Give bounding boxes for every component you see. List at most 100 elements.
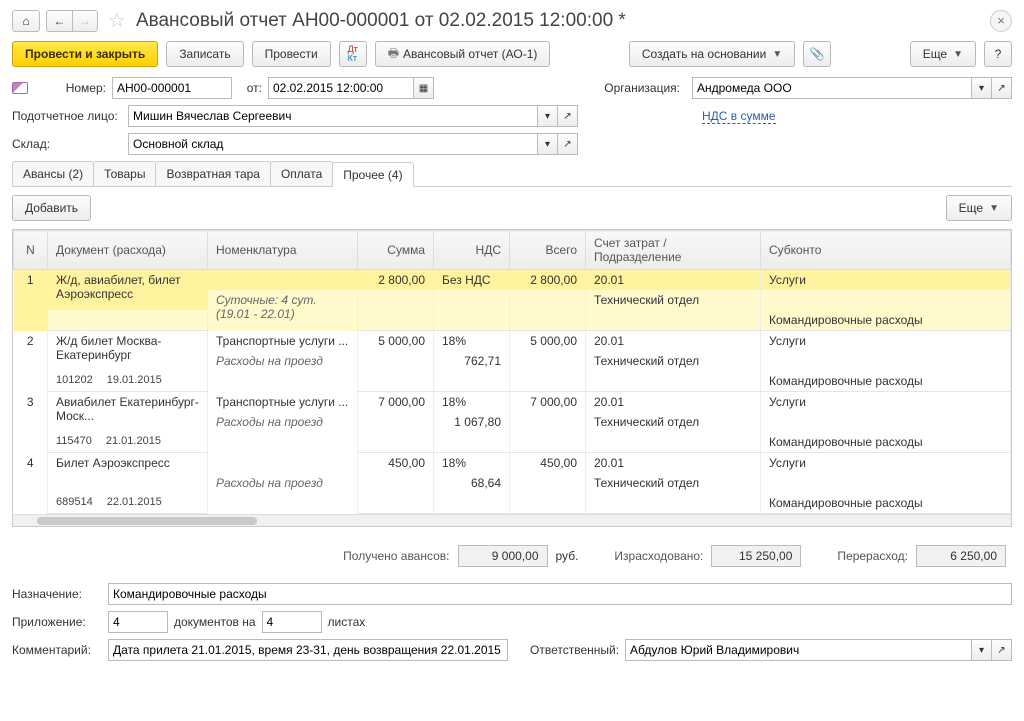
cell-doc: Авиабилет Екатеринбург-Моск...: [48, 392, 208, 433]
table-row[interactable]: 68951422.01.2015 Командировочные расходы: [14, 493, 1011, 514]
sheets-label: листах: [328, 615, 366, 629]
favorite-star-icon[interactable]: ☆: [108, 8, 126, 33]
documents-count-field[interactable]: [108, 611, 168, 633]
cell-n: 3: [14, 392, 48, 453]
responsible-field[interactable]: [625, 639, 972, 661]
tab-payment[interactable]: Оплата: [270, 161, 333, 186]
cell-total2: [510, 473, 586, 493]
responsible-open-button[interactable]: ↗: [992, 639, 1012, 661]
responsible-dropdown-button[interactable]: ▾: [972, 639, 992, 661]
person-field[interactable]: [128, 105, 538, 127]
spent-value: 15 250,00: [711, 545, 801, 567]
home-button[interactable]: ⌂: [12, 10, 40, 32]
cell-nds-rate: 18%: [434, 392, 510, 413]
overrun-label: Перерасход:: [837, 549, 908, 563]
back-button[interactable]: ←: [46, 10, 72, 32]
close-button[interactable]: ×: [990, 10, 1012, 32]
cell-sum: 7 000,00: [358, 392, 434, 413]
cell-subconto: Услуги: [761, 453, 1011, 474]
table-row[interactable]: 11547021.01.2015 Командировочные расходы: [14, 432, 1011, 453]
cell-account: 20.01: [586, 392, 761, 413]
nds-mode-link[interactable]: НДС в сумме: [702, 109, 776, 124]
cell-nds-amount: 68,64: [434, 473, 510, 493]
post-button[interactable]: Провести: [252, 41, 331, 67]
warehouse-field[interactable]: [128, 133, 538, 155]
date-field[interactable]: [268, 77, 414, 99]
printer-icon: [388, 44, 403, 65]
person-open-button[interactable]: ↗: [558, 105, 578, 127]
col-nomenclature[interactable]: Номенклатура: [208, 231, 358, 270]
cell-nomen: Транспортные услуги ...: [208, 331, 358, 352]
cell-subconto3: Командировочные расходы: [761, 432, 1011, 453]
warehouse-dropdown-button[interactable]: ▾: [538, 133, 558, 155]
tab-other[interactable]: Прочее (4): [332, 162, 413, 187]
org-open-button[interactable]: ↗: [992, 77, 1012, 99]
expenses-table: N Документ (расхода) Номенклатура Сумма …: [12, 229, 1012, 527]
comment-field[interactable]: [108, 639, 508, 661]
more-button[interactable]: Еще▼: [910, 41, 976, 67]
paperclip-icon: 📎: [810, 47, 825, 61]
help-button[interactable]: ?: [984, 41, 1012, 67]
print-button[interactable]: Авансовый отчет (АО-1): [375, 41, 551, 67]
cell-department: Технический отдел: [586, 290, 761, 310]
page-title: Авансовый отчет АН00-000001 от 02.02.201…: [136, 10, 984, 32]
col-nds[interactable]: НДС: [434, 231, 510, 270]
org-label: Организация:: [604, 81, 680, 95]
table-row[interactable]: 3 Авиабилет Екатеринбург-Моск... Транспо…: [14, 392, 1011, 413]
cell-account: 20.01: [586, 453, 761, 474]
calendar-button[interactable]: ▦: [414, 77, 434, 99]
cell-subconto: Услуги: [761, 331, 1011, 352]
tab-returnable[interactable]: Возвратная тара: [155, 161, 271, 186]
purpose-label: Назначение:: [12, 587, 102, 601]
purpose-field[interactable]: [108, 583, 1012, 605]
cell-sum2: [358, 351, 434, 371]
cell-nomen-note: Расходы на проезд: [208, 351, 358, 392]
table-row[interactable]: 10120219.01.2015 Командировочные расходы: [14, 371, 1011, 392]
add-row-button[interactable]: Добавить: [12, 195, 91, 221]
table-row[interactable]: 4 Билет Аэроэкспресс 450,00 18% 450,00 2…: [14, 453, 1011, 474]
spent-label: Израсходовано:: [614, 549, 703, 563]
cell-total: 450,00: [510, 453, 586, 474]
horizontal-scrollbar[interactable]: [13, 514, 1011, 526]
col-account[interactable]: Счет затрат / Подразделение: [586, 231, 761, 270]
organization-field[interactable]: [692, 77, 972, 99]
sheets-count-field[interactable]: [262, 611, 322, 633]
received-label: Получено авансов:: [343, 549, 449, 563]
print-label: Авансовый отчет (АО-1): [403, 47, 537, 61]
calendar-icon: ▦: [419, 83, 428, 94]
table-row[interactable]: 1 Ж/д, авиабилет, билет Аэроэкспресс 2 8…: [14, 270, 1011, 291]
warehouse-open-button[interactable]: ↗: [558, 133, 578, 155]
col-n[interactable]: N: [14, 231, 48, 270]
col-document[interactable]: Документ (расхода): [48, 231, 208, 270]
forward-button[interactable]: →: [72, 10, 98, 32]
cell-nds-amount: 762,71: [434, 351, 510, 371]
table-row[interactable]: 2 Ж/д билет Москва-Екатеринбург Транспор…: [14, 331, 1011, 352]
person-dropdown-button[interactable]: ▾: [538, 105, 558, 127]
table-row[interactable]: Командировочные расходы: [14, 310, 1011, 331]
number-field[interactable]: [112, 77, 232, 99]
save-button[interactable]: Записать: [166, 41, 243, 67]
cell-doc: Ж/д, авиабилет, билет Аэроэкспресс: [48, 270, 208, 311]
cell-nds-rate: Без НДС: [434, 270, 510, 291]
col-sum[interactable]: Сумма: [358, 231, 434, 270]
debits-credits-button[interactable]: ДтКт: [339, 41, 367, 67]
cell-doc-details: [48, 310, 208, 331]
chevron-down-icon: ▼: [953, 49, 963, 60]
submit-and-close-button[interactable]: Провести и закрыть: [12, 41, 158, 67]
cell-nomen-note: Расходы на проезд: [208, 412, 358, 453]
cell-subconto2: [761, 290, 1011, 310]
person-label: Подотчетное лицо:: [12, 109, 122, 123]
attachments-button[interactable]: 📎: [803, 41, 831, 67]
from-label: от:: [238, 81, 262, 95]
cell-department: Технический отдел: [586, 473, 761, 493]
tab-goods[interactable]: Товары: [93, 161, 156, 186]
table-more-button[interactable]: Еще▼: [946, 195, 1012, 221]
org-dropdown-button[interactable]: ▾: [972, 77, 992, 99]
create-based-button[interactable]: Создать на основании▼: [629, 41, 795, 67]
col-subconto[interactable]: Субконто: [761, 231, 1011, 270]
document-icon: [12, 82, 28, 94]
cell-nds-rate: 18%: [434, 453, 510, 474]
cell-nds-amount: 1 067,80: [434, 412, 510, 432]
tab-advances[interactable]: Авансы (2): [12, 161, 94, 186]
col-total[interactable]: Всего: [510, 231, 586, 270]
